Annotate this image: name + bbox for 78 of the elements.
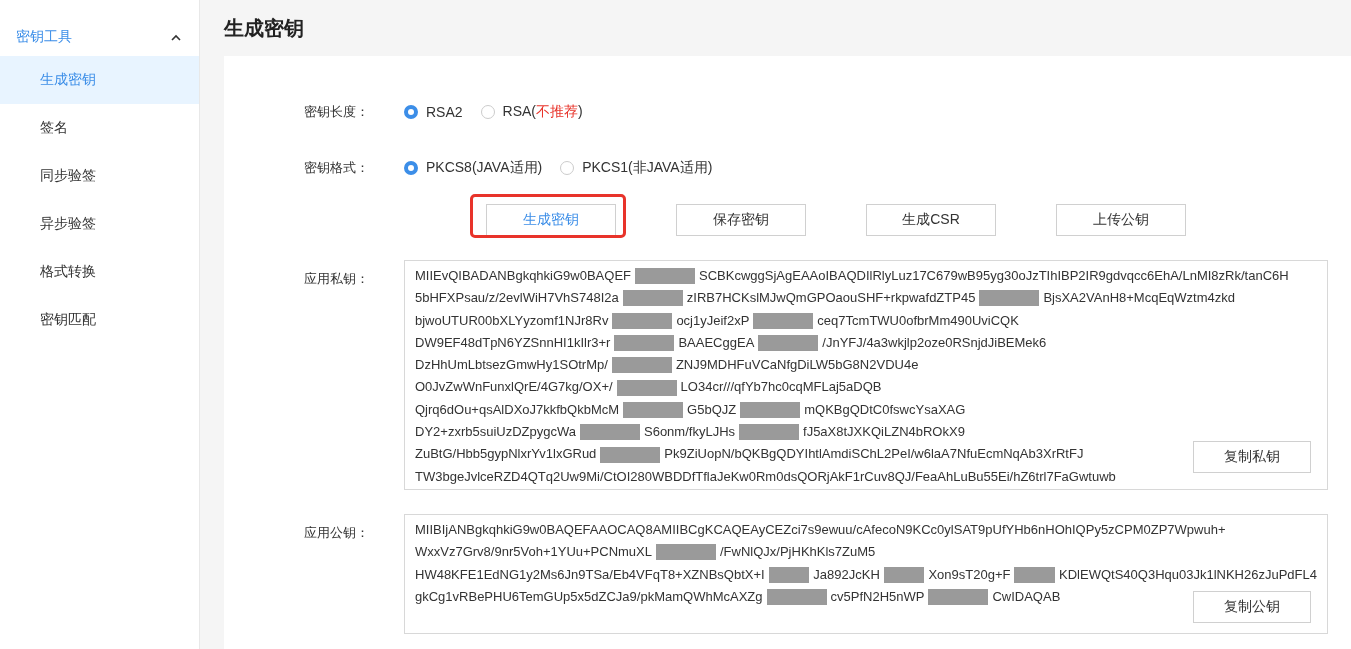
- radio-option[interactable]: PKCS1(非JAVA适用): [560, 159, 713, 177]
- redaction-block: [622, 290, 683, 307]
- redaction-block: [758, 335, 819, 352]
- key-text: bjwoUTUR00bXLYyzomf1NJr8Rv: [415, 311, 609, 330]
- key-text-area[interactable]: [404, 514, 1328, 634]
- key-text: Ja892JcKH: [813, 565, 880, 584]
- sidebar-item[interactable]: 密钥匹配: [0, 296, 199, 344]
- key-text: BjsXA2VAnH8+McqEqWztm4zkd: [1043, 289, 1235, 308]
- redaction-block: [580, 424, 640, 441]
- key-text: ZNJ9MDHFuVCaNfgDiLW5bG8N2VDU4e: [675, 356, 919, 375]
- redaction-block: [616, 379, 677, 396]
- key-text: SCBKcwggSjAgEAAoIBAQDIlRlyLuz17C679wB95yg30oJzTIhIBP2IR9gdvqcc6EhA/LnMI8zRk/tanC6H: [699, 267, 1289, 285]
- page-title: 生成密钥: [224, 15, 305, 41]
- redaction-block: [739, 424, 800, 441]
- redaction-block: [614, 335, 675, 352]
- key-text-area[interactable]: [404, 260, 1328, 490]
- redaction-block: [656, 544, 716, 561]
- key-text: TW3bgeJvlceRZD4QTq2Uw9Mi/CtOI280WBDDfTflaJeKw0Rm0dsQORjAkF1rCuv8QJ/FeaAhLuBu55Ei/hZ6trl7FaGwtuwb: [415, 467, 1116, 486]
- menu-group-header[interactable]: 密钥工具: [0, 18, 199, 56]
- chevron-icon: [171, 33, 181, 41]
- redaction-block: [753, 312, 814, 329]
- key-text: DzHhUmLbtsezGmwHy1SOtrMp/: [415, 356, 608, 375]
- key-text: ceq7TcmTWU0ofbrMm490UviCQK: [817, 311, 1019, 330]
- key-text: Pk9ZiUopN/bQKBgQDYIhtlAmdiSChL2PeI/w6laA7NfuEcmNqAb3XrRtFJ: [664, 445, 1084, 464]
- key-text: ocj1yJeif2xP: [676, 311, 750, 330]
- key-text: DY2+zxrb5suiUzDZpygcWa: [415, 423, 576, 442]
- redaction-block: [1014, 566, 1056, 583]
- sidebar-item[interactable]: 格式转换: [0, 248, 199, 296]
- radio-option[interactable]: RSA(不推荐): [480, 103, 583, 121]
- key-text: zIRB7HCKslMJwQmGPOaouSHF+rkpwafdZTP45: [686, 289, 976, 308]
- radio-option[interactable]: RSA2: [404, 103, 463, 121]
- key-text: gkCg1vRBePHU6TemGUp5x5dZCJa9/pkMamQWhMcAXZg: [415, 587, 763, 606]
- action-button[interactable]: 上传公钥: [1056, 204, 1186, 236]
- key-text: S6onm/fkyLJHs: [644, 423, 736, 442]
- sidebar-item[interactable]: 签名: [0, 104, 199, 152]
- key-text: LO34cr///qfYb7hc0cqMFLaj5aDQB: [680, 378, 882, 397]
- redaction-block: [883, 566, 925, 583]
- key-text: /FwNlQJx/PjHKhKls7ZuM5: [720, 543, 876, 562]
- redaction-block: [600, 446, 661, 463]
- radio-option[interactable]: PKCS8(JAVA适用): [404, 159, 543, 177]
- field-label: 密钥格式：: [304, 159, 370, 177]
- redaction-block: [635, 268, 695, 285]
- key-text: DW9EF48dTpN6YZSnnHI1kIlr3+r: [415, 333, 611, 352]
- key-text: KDlEWQtS40Q3Hqu03Jk1lNKH26zJuPdFL4: [1059, 565, 1317, 584]
- action-button[interactable]: 生成CSR: [866, 204, 996, 236]
- redaction-block: [766, 589, 827, 606]
- action-button[interactable]: 保存密钥: [676, 204, 806, 236]
- key-text: cv5PfN2H5nWP: [830, 587, 925, 606]
- redaction-block: [768, 566, 810, 583]
- redaction-block: [612, 312, 673, 329]
- key-text: mQKBgQDtC0fswcYsaXAG: [804, 400, 966, 419]
- sidebar-item[interactable]: 同步验签: [0, 152, 199, 200]
- copy-button[interactable]: 复制私钥: [1193, 441, 1311, 473]
- key-text: O0JvZwWnFunxlQrE/4G7kg/OX+/: [415, 378, 613, 397]
- field-label: 密钥长度：: [304, 103, 370, 121]
- key-text: HW48KFE1EdNG1y2Ms6Jn9TSa/Eb4VFqT8+XZNBsQbtX+I: [415, 565, 765, 584]
- sidebar-item[interactable]: 异步验签: [0, 200, 199, 248]
- copy-button[interactable]: 复制公钥: [1193, 591, 1311, 623]
- key-text: MIIBIjANBgkqhkiG9w0BAQEFAAOCAQ8AMIIBCgKCAQEAyCEZci7s9ewuu/cAfecoN9KCc0ylSAT9pUfYHb6nHOhIQPy5zCPM0ZP7Wpwuh+: [415, 521, 1226, 539]
- redaction-block: [611, 357, 672, 374]
- key-text: WxxVz7Grv8/9nr5Voh+1YUu+PCNmuXL: [415, 543, 652, 562]
- key-text: ZuBtG/Hbb5gypNlxrYv1lxGRud: [415, 445, 597, 464]
- redaction-block: [979, 290, 1040, 307]
- redaction-block: [928, 589, 989, 606]
- redaction-block: [740, 401, 801, 418]
- key-text: CwIDAQAB: [992, 587, 1061, 606]
- key-text: 5bHFXPsau/z/2evlWiH7VhS748I2a: [415, 289, 619, 308]
- key-text: G5bQJZ: [687, 400, 737, 419]
- redaction-block: [623, 401, 684, 418]
- key-text: MIIEvQIBADANBgkqhkiG9w0BAQEF: [415, 267, 631, 285]
- key-text: fJ5aX8tJXKQiLZN4bROkX9: [803, 423, 965, 442]
- field-label: 应用公钥：: [304, 524, 370, 542]
- key-text: Xon9sT20g+F: [928, 565, 1011, 584]
- field-label: 应用私钥：: [304, 270, 370, 288]
- key-text: /JnYFJ/4a3wkjlp2oze0RSnjdJiBEMek6: [822, 333, 1047, 352]
- key-text: Qjrq6dOu+qsAlDXoJ7kkfbQkbMcM: [415, 400, 620, 419]
- key-text: BAAECggEA: [678, 333, 755, 352]
- action-button[interactable]: 生成密钥: [486, 204, 616, 236]
